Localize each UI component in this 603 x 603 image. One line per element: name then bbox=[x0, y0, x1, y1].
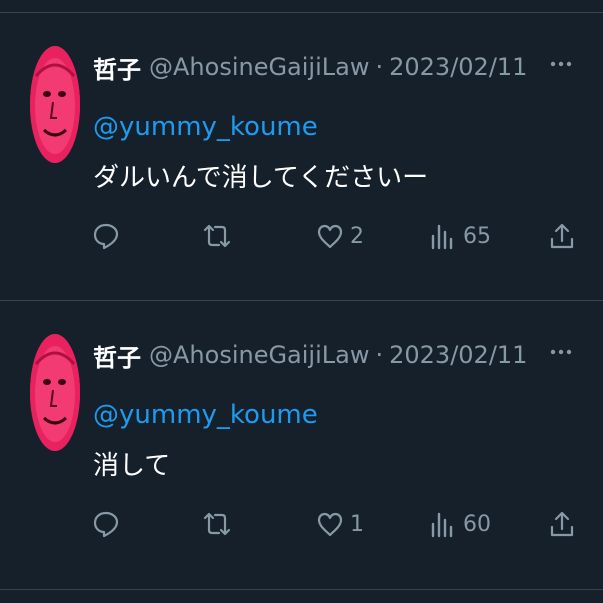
tweet-actions: 2 65 bbox=[90, 214, 576, 258]
views-icon bbox=[431, 512, 453, 538]
reply-button[interactable] bbox=[92, 214, 126, 258]
bottom-divider bbox=[0, 589, 603, 590]
author-name[interactable]: 哲子 bbox=[93, 338, 141, 373]
share-icon bbox=[550, 511, 574, 537]
tweet-header: 哲子 @AhosineGaijiLaw · 2023/02/11 bbox=[93, 338, 527, 372]
author-handle[interactable]: @AhosineGaijiLaw bbox=[149, 53, 369, 81]
more-icon[interactable] bbox=[549, 52, 573, 76]
reply-icon bbox=[93, 223, 119, 250]
like-icon bbox=[317, 224, 343, 249]
views-button[interactable]: 65 bbox=[429, 214, 491, 258]
avatar-image bbox=[30, 46, 80, 163]
tweet-text: ダルいんで消してくださいー bbox=[93, 163, 429, 193]
tweet-date[interactable]: 2023/02/11 bbox=[389, 53, 527, 81]
like-button[interactable]: 2 bbox=[316, 214, 364, 258]
tweet-date[interactable]: 2023/02/11 bbox=[389, 341, 527, 369]
share-icon bbox=[550, 223, 574, 249]
like-button[interactable]: 1 bbox=[316, 502, 364, 546]
reply-to-mention[interactable]: @yummy_koume bbox=[93, 112, 318, 142]
header-separator: · bbox=[375, 53, 384, 81]
retweet-button[interactable] bbox=[203, 214, 237, 258]
tweet-actions: 1 60 bbox=[90, 502, 576, 546]
views-count: 65 bbox=[463, 223, 491, 249]
like-count: 1 bbox=[350, 511, 364, 537]
tweet-card[interactable]: 哲子 @AhosineGaijiLaw · 2023/02/11 @yummy_… bbox=[0, 300, 603, 589]
retweet-button[interactable] bbox=[203, 502, 237, 546]
share-button[interactable] bbox=[548, 214, 576, 258]
tweet-text: 消して bbox=[93, 451, 171, 481]
views-count: 60 bbox=[463, 511, 491, 537]
tweet-card[interactable]: 哲子 @AhosineGaijiLaw · 2023/02/11 @yummy_… bbox=[0, 12, 603, 301]
author-name[interactable]: 哲子 bbox=[93, 50, 141, 85]
avatar[interactable] bbox=[30, 334, 80, 451]
author-handle[interactable]: @AhosineGaijiLaw bbox=[149, 341, 369, 369]
reply-icon bbox=[93, 511, 119, 538]
retweet-icon bbox=[203, 512, 231, 536]
retweet-icon bbox=[203, 224, 231, 248]
like-count: 2 bbox=[350, 223, 364, 249]
share-button[interactable] bbox=[548, 502, 576, 546]
reply-to-mention[interactable]: @yummy_koume bbox=[93, 400, 318, 430]
views-button[interactable]: 60 bbox=[429, 502, 491, 546]
tweet-header: 哲子 @AhosineGaijiLaw · 2023/02/11 bbox=[93, 50, 527, 84]
header-separator: · bbox=[375, 341, 384, 369]
more-icon[interactable] bbox=[549, 340, 573, 364]
avatar-image bbox=[30, 334, 80, 451]
like-icon bbox=[317, 512, 343, 537]
avatar[interactable] bbox=[30, 46, 80, 163]
reply-button[interactable] bbox=[92, 502, 126, 546]
views-icon bbox=[431, 224, 453, 250]
